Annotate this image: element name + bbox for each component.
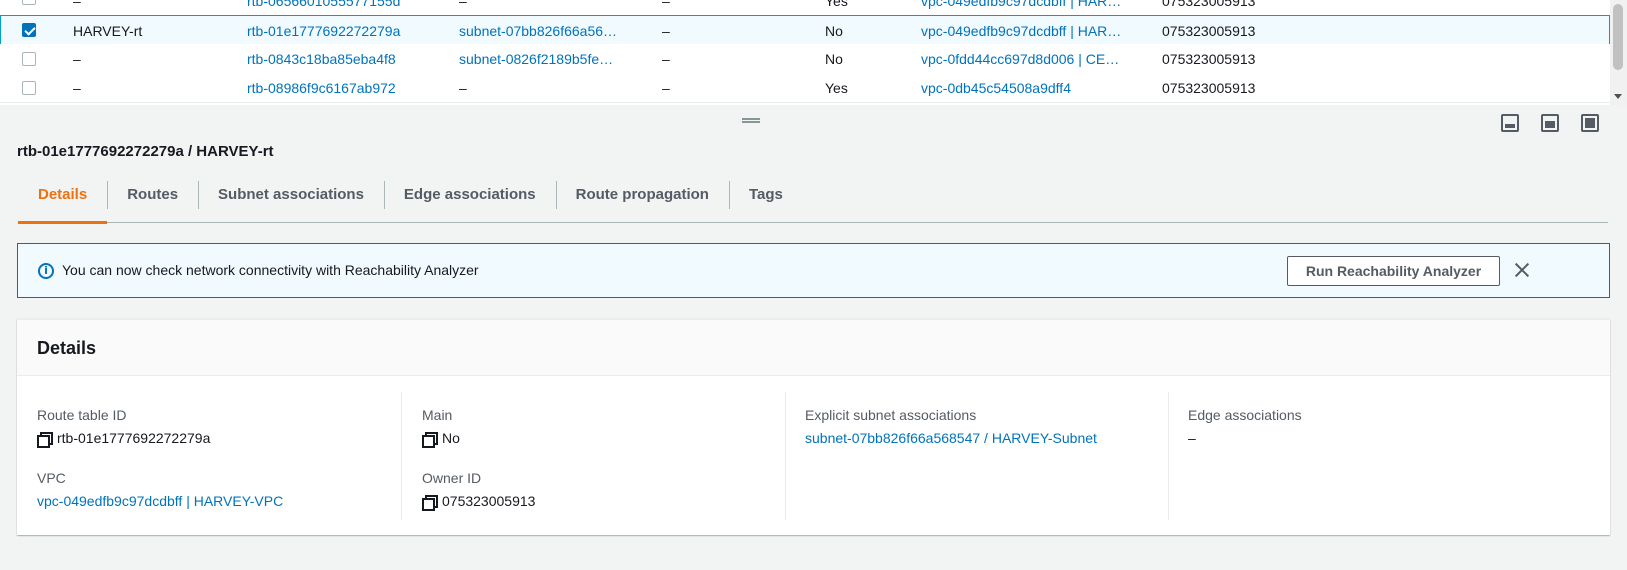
panel-full-icon[interactable]: [1581, 114, 1599, 132]
info-icon: i: [38, 263, 54, 279]
column-divider: [401, 392, 402, 520]
row-edge: –: [662, 0, 670, 9]
table-row-selected[interactable]: HARVEY-rt rtb-01e1777692272279a subnet-0…: [0, 15, 1610, 45]
main-value: No: [422, 430, 460, 448]
tab-edge-associations[interactable]: Edge associations: [383, 177, 556, 223]
row-subnet: –: [459, 80, 467, 96]
row-checkbox[interactable]: [22, 23, 36, 37]
panel-title: rtb-01e1777692272279a / HARVEY-rt: [17, 143, 274, 160]
explicit-subnet-associations-label: Explicit subnet associations: [805, 407, 977, 423]
column-divider: [785, 392, 786, 520]
row-owner: 075323005913: [1162, 0, 1256, 9]
row-edge: –: [662, 23, 670, 39]
row-owner: 075323005913: [1162, 51, 1256, 67]
panel-layout-controls: [1501, 114, 1599, 132]
table-scrollbar[interactable]: [1610, 0, 1627, 105]
owner-id-text: 075323005913: [442, 493, 536, 509]
row-checkbox[interactable]: [22, 81, 36, 95]
row-name: –: [73, 0, 81, 9]
table-row[interactable]: – rtb-0843c18ba85eba4f8 subnet-0826f2189…: [0, 44, 1610, 74]
row-name: HARVEY-rt: [73, 23, 143, 39]
row-checkbox[interactable]: [22, 52, 36, 66]
copy-icon[interactable]: [422, 431, 438, 448]
details-container: Details Route table ID rtb-01e1777692272…: [17, 319, 1610, 535]
row-name: –: [73, 51, 81, 67]
row-vpc-link[interactable]: vpc-0db45c54508a9dff4: [921, 73, 1131, 103]
column-divider: [1168, 392, 1169, 520]
panel-bottom-small-icon[interactable]: [1501, 114, 1519, 132]
details-title: Details: [37, 338, 97, 358]
row-rtb-link[interactable]: rtb-01e1777692272279a: [247, 16, 437, 46]
row-vpc-link[interactable]: vpc-049edfb9c97dcdbff | HAR…: [921, 0, 1131, 16]
row-main: Yes: [825, 80, 848, 96]
tab-route-propagation[interactable]: Route propagation: [555, 177, 729, 223]
table-row[interactable]: – rtb-0656601055577155d – – Yes vpc-049e…: [0, 0, 1610, 16]
route-tables-table: – rtb-0656601055577155d – – Yes vpc-049e…: [0, 0, 1627, 105]
details-header: Details: [17, 320, 1610, 376]
vpc-link[interactable]: vpc-049edfb9c97dcdbff | HARVEY-VPC: [37, 493, 283, 509]
tab-tags[interactable]: Tags: [728, 177, 803, 223]
row-main: No: [825, 23, 843, 39]
detail-tabs: Details Routes Subnet associations Edge …: [18, 177, 1608, 224]
split-panel: rtb-01e1777692272279a / HARVEY-rt Detail…: [0, 105, 1627, 570]
row-subnet-link[interactable]: subnet-0826f2189b5fe…: [459, 44, 639, 74]
owner-id-value: 075323005913: [422, 493, 536, 511]
row-vpc-link[interactable]: vpc-0fdd44cc697d8d006 | CE…: [921, 44, 1131, 74]
flash-message: You can now check network connectivity w…: [62, 262, 479, 278]
table-row[interactable]: – rtb-08986f9c6167ab972 – – Yes vpc-0db4…: [0, 73, 1610, 103]
explicit-subnet-link[interactable]: subnet-07bb826f66a568547 / HARVEY-Subnet: [805, 430, 1097, 446]
row-owner: 075323005913: [1162, 23, 1256, 39]
scroll-down-arrow-icon[interactable]: [1614, 94, 1622, 99]
panel-bottom-medium-icon[interactable]: [1541, 114, 1559, 132]
scrollbar-thumb[interactable]: [1613, 4, 1623, 70]
main-label: Main: [422, 407, 453, 423]
row-edge: –: [662, 51, 670, 67]
copy-icon[interactable]: [37, 431, 53, 448]
row-edge: –: [662, 80, 670, 96]
row-rtb-link[interactable]: rtb-0656601055577155d: [247, 0, 437, 16]
route-table-id-label: Route table ID: [37, 407, 127, 423]
run-reachability-analyzer-button[interactable]: Run Reachability Analyzer: [1287, 256, 1500, 286]
row-rtb-link[interactable]: rtb-08986f9c6167ab972: [247, 73, 437, 103]
tab-routes[interactable]: Routes: [107, 177, 198, 223]
row-main: No: [825, 51, 843, 67]
close-icon[interactable]: [1514, 262, 1530, 278]
edge-associations-label: Edge associations: [1188, 407, 1302, 423]
tab-details[interactable]: Details: [18, 177, 108, 224]
copy-icon[interactable]: [422, 494, 438, 511]
route-table-id-text: rtb-01e1777692272279a: [57, 430, 211, 446]
row-main: Yes: [825, 0, 848, 9]
row-owner: 075323005913: [1162, 80, 1256, 96]
row-subnet-link[interactable]: subnet-07bb826f66a56…: [459, 16, 639, 46]
row-rtb-link[interactable]: rtb-0843c18ba85eba4f8: [247, 44, 437, 74]
edge-associations-value: –: [1188, 430, 1196, 446]
row-vpc-link[interactable]: vpc-049edfb9c97dcdbff | HAR…: [921, 16, 1131, 46]
route-table-id-value: rtb-01e1777692272279a: [37, 430, 211, 448]
row-name: –: [73, 80, 81, 96]
row-checkbox[interactable]: [22, 0, 36, 5]
main-text: No: [442, 430, 460, 446]
vpc-label: VPC: [37, 470, 66, 486]
info-flashbar: i You can now check network connectivity…: [17, 243, 1610, 298]
tab-subnet-associations[interactable]: Subnet associations: [198, 177, 384, 223]
panel-resize-handle[interactable]: [742, 118, 760, 123]
row-subnet: –: [459, 0, 467, 9]
owner-id-label: Owner ID: [422, 470, 482, 486]
